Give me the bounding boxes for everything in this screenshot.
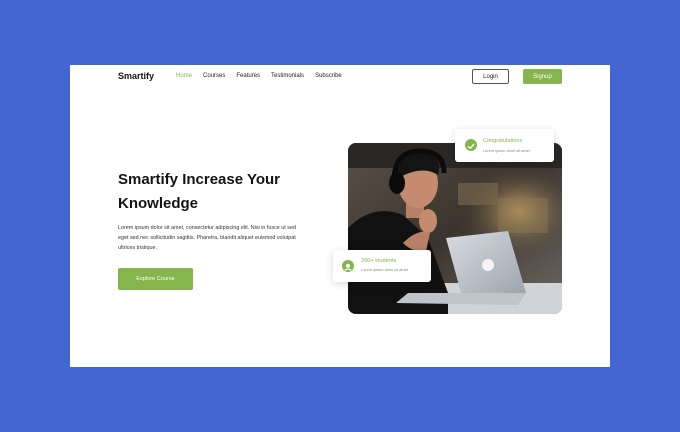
student-laptop-illustration xyxy=(348,143,562,314)
hero-description: Lorem ipsum dolor sit amet, consectetur … xyxy=(118,225,296,251)
login-button[interactable]: Login xyxy=(472,69,509,84)
landing-page-frame: Smartify Home Courses Features Testimoni… xyxy=(70,65,610,367)
explore-course-button[interactable]: Explore Course xyxy=(118,268,193,290)
congratulations-card: Congratulations Lorem ipsum dolor sit am… xyxy=(455,129,554,162)
nav-item-courses[interactable]: Courses xyxy=(203,73,225,79)
students-subtitle: Lorem ipsum dolor sit amet xyxy=(361,267,408,272)
hero-photo xyxy=(348,143,562,314)
signup-button[interactable]: Signup xyxy=(523,69,562,84)
nav-item-subscribe[interactable]: Subscribe xyxy=(315,73,342,79)
nav-item-testimonials[interactable]: Testimonials xyxy=(271,73,304,79)
congratulations-title: Congratulations xyxy=(483,138,523,144)
nav-item-features[interactable]: Features xyxy=(236,73,260,79)
user-circle-icon xyxy=(342,260,354,272)
congratulations-subtitle: Lorem ipsum dolor sit amet xyxy=(483,148,530,153)
students-title: 200+ students xyxy=(361,258,397,264)
main-nav: Home Courses Features Testimonials Subsc… xyxy=(176,73,342,79)
students-card: 200+ students Lorem ipsum dolor sit amet xyxy=(333,250,431,282)
brand-logo[interactable]: Smartify xyxy=(118,71,154,81)
hero-title: Smartify Increase Your Knowledge xyxy=(118,171,281,212)
nav-item-home[interactable]: Home xyxy=(176,73,192,79)
check-circle-icon xyxy=(465,139,477,151)
